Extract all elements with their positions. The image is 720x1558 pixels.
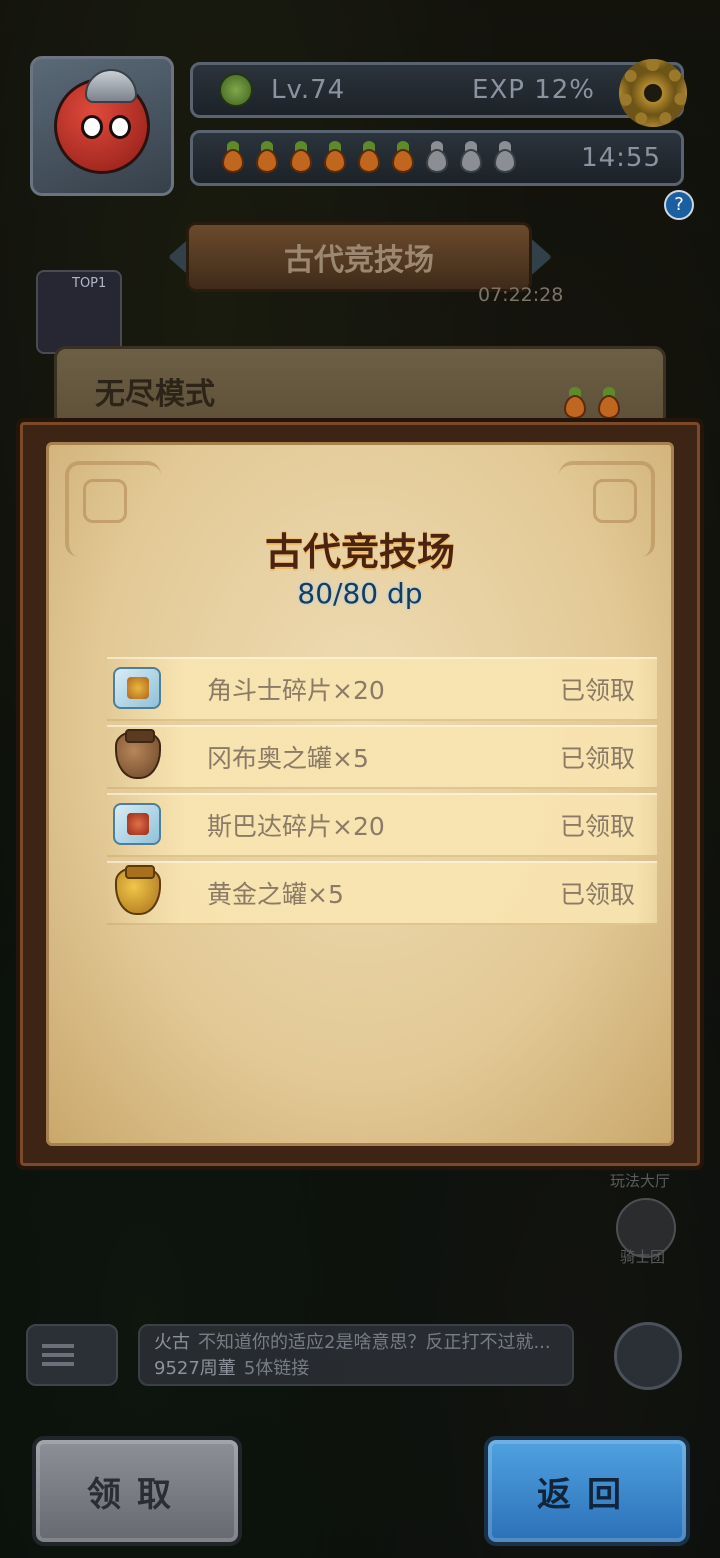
help-icon[interactable]: ?	[664, 190, 694, 220]
play-hall-label[interactable]: 玩法大厅	[610, 1170, 670, 1191]
helmet-icon	[85, 69, 137, 103]
endless-mode-title: 无尽模式	[95, 377, 215, 412]
stamina-bar: 14:55	[190, 130, 684, 186]
reward-row: 冈布奥之罐×5 已领取	[107, 725, 657, 789]
player-avatar[interactable]	[30, 56, 174, 196]
carrot-icon	[285, 141, 315, 175]
level-text: Lv.74	[271, 75, 346, 105]
carrot-empty-icon	[421, 141, 451, 175]
reward-name: 斯巴达碎片×20	[207, 812, 385, 841]
chat-text: 不知道你的适应2是啥意思？反正打不过就...	[198, 1332, 551, 1353]
settings-gear-icon[interactable]	[619, 59, 687, 127]
chat-menu-button[interactable]	[26, 1324, 118, 1386]
level-bar: Lv.74 EXP 12%	[190, 59, 687, 127]
carrot-icon	[251, 141, 281, 175]
chat-sender: 9527周董	[154, 1358, 236, 1379]
chat-sender: 火古	[154, 1332, 190, 1353]
bronze-jar-icon	[113, 729, 165, 783]
carrot-empty-icon	[489, 141, 519, 175]
endless-mode-carrots	[559, 387, 623, 421]
carrot-icon	[217, 141, 247, 175]
exp-text: EXP 12%	[472, 75, 595, 105]
chat-text: 5体链接	[243, 1358, 310, 1379]
reward-status: 已领取	[559, 812, 635, 841]
reward-status: 已领取	[559, 744, 635, 773]
carrot-icon	[559, 387, 589, 421]
stamina-carrots	[217, 141, 519, 175]
ornament-emblem-icon	[593, 479, 637, 523]
dialog-dp-progress: 80/80 dp	[297, 577, 423, 610]
carrot-empty-icon	[455, 141, 485, 175]
arena-banner-title: 古代竞技场	[284, 243, 434, 278]
arena-banner: 古代竞技场	[186, 222, 532, 292]
main-menu-icon[interactable]	[614, 1322, 682, 1390]
reward-dialog: 古代竞技场 80/80 dp 角斗士碎片×20 已领取 冈布奥之罐×5 已领取 …	[16, 418, 704, 1170]
golden-jar-icon	[113, 865, 165, 919]
chat-message: 9527周董 5体链接	[154, 1356, 558, 1382]
carrot-icon	[593, 387, 623, 421]
carrot-icon	[319, 141, 349, 175]
chat-preview[interactable]: 火古 不知道你的适应2是啥意思？反正打不过就... 9527周董 5体链接	[138, 1324, 574, 1386]
reward-name: 角斗士碎片×20	[207, 676, 385, 705]
reward-row: 角斗士碎片×20 已领取	[107, 657, 657, 721]
carrot-icon	[353, 141, 383, 175]
stamina-timer: 14:55	[581, 143, 661, 173]
spartan-shard-icon	[113, 799, 165, 851]
claim-button[interactable]: 领取	[32, 1436, 242, 1546]
reward-list: 角斗士碎片×20 已领取 冈布奥之罐×5 已领取 斯巴达碎片×20 已领取 黄金…	[107, 657, 657, 929]
reward-status: 已领取	[559, 880, 635, 909]
top-rank-badge[interactable]: TOP1	[36, 270, 122, 354]
arena-countdown: 07:22:28	[478, 284, 564, 306]
carrot-icon	[387, 141, 417, 175]
reward-name: 黄金之罐×5	[207, 880, 344, 909]
gladiator-shard-icon	[113, 663, 165, 715]
ornament-emblem-icon	[83, 479, 127, 523]
reward-name: 冈布奥之罐×5	[207, 744, 369, 773]
back-button[interactable]: 返回	[484, 1436, 690, 1546]
chat-menu-icon	[42, 1344, 74, 1348]
chat-message: 火古 不知道你的适应2是啥意思？反正打不过就...	[154, 1330, 558, 1356]
top-rank-label: TOP1	[72, 276, 107, 291]
dialog-parchment: 古代竞技场 80/80 dp 角斗士碎片×20 已领取 冈布奥之罐×5 已领取 …	[46, 442, 674, 1146]
reward-status: 已领取	[559, 676, 635, 705]
reward-row: 斯巴达碎片×20 已领取	[107, 793, 657, 857]
clover-icon	[219, 73, 253, 107]
reward-row: 黄金之罐×5 已领取	[107, 861, 657, 925]
dialog-title: 古代竞技场	[264, 530, 455, 574]
knight-guild-label[interactable]: 骑士团	[620, 1246, 665, 1267]
